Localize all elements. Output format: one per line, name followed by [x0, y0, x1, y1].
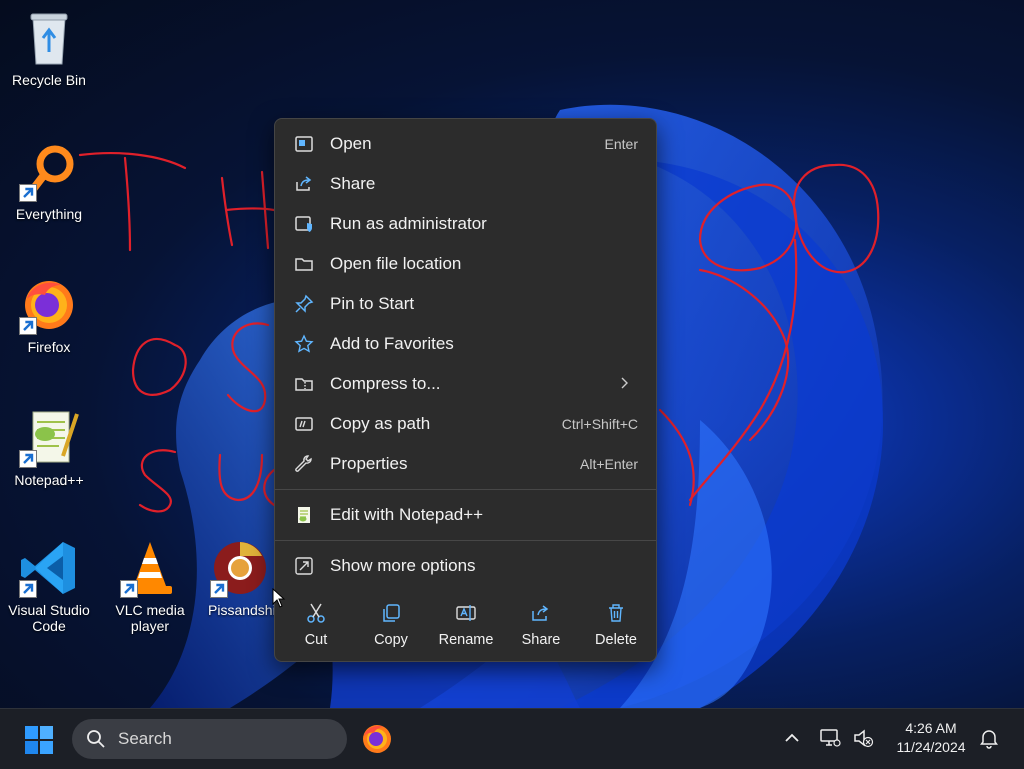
copy-path-icon: [293, 413, 315, 435]
start-button[interactable]: [24, 725, 54, 755]
desktop-icon-label: Recycle Bin: [12, 72, 86, 88]
shortcut-arrow-icon: [19, 450, 37, 468]
menu-item-shortcut: Alt+Enter: [580, 456, 638, 472]
shortcut-arrow-icon: [210, 580, 228, 598]
menu-item-open-file-location[interactable]: Open file location: [281, 245, 650, 283]
menu-separator: [275, 540, 656, 541]
share-icon: [293, 173, 315, 195]
menu-separator: [275, 489, 656, 490]
menu-item-show-more-options[interactable]: Show more options: [281, 547, 650, 585]
desktop-icon-vscode[interactable]: Visual Studio Code: [1, 538, 97, 634]
notepadpp-icon: [293, 504, 315, 526]
desktop-icon-label: VLC media player: [115, 602, 185, 634]
taskbar-search-box[interactable]: Search: [72, 719, 347, 759]
menu-item-label: Add to Favorites: [330, 334, 454, 353]
taskbar: Search 4:26 AM 11/24/2024: [0, 708, 1024, 769]
menu-item-compress-to[interactable]: Compress to...: [281, 365, 650, 403]
firefox-icon: [19, 275, 79, 335]
taskbar-firefox-icon[interactable]: [360, 722, 394, 756]
menu-item-add-to-favorites[interactable]: Add to Favorites: [281, 325, 650, 363]
chevron-up-icon: [785, 733, 799, 742]
notifications-button[interactable]: [978, 727, 1002, 751]
notepadpp-icon: [19, 408, 79, 468]
clock-time: 4:26 AM: [905, 720, 957, 736]
quick-action-copy[interactable]: Copy: [356, 589, 426, 659]
desktop-icon-label: Firefox: [27, 339, 71, 355]
desktop-icon-vlc[interactable]: VLC media player: [102, 538, 198, 634]
chevron-right-icon: [621, 377, 628, 389]
vlc-icon: [120, 538, 180, 598]
shield-admin-icon: [293, 213, 315, 235]
shortcut-arrow-icon: [19, 317, 37, 335]
menu-item-share[interactable]: Share: [281, 165, 650, 203]
more-options-icon: [293, 555, 315, 577]
recycle-bin-icon: [19, 8, 79, 68]
desktop-icon-notepadpp[interactable]: Notepad++: [1, 408, 97, 488]
desktop-icon-everything[interactable]: Everything: [1, 142, 97, 222]
desktop-icon-label: Notepad++: [14, 472, 84, 488]
network-icon: [820, 729, 841, 747]
shortcut-arrow-icon: [19, 580, 37, 598]
mouse-cursor-icon: [272, 588, 286, 608]
quick-action-label: Share: [521, 632, 561, 648]
search-label: Search: [118, 729, 172, 748]
desktop-icon-label: Visual Studio Code: [8, 602, 90, 634]
clock-date: 11/24/2024: [896, 739, 966, 755]
search-icon: [87, 730, 105, 748]
star-icon: [293, 333, 315, 355]
taskbar-clock[interactable]: 4:26 AM 11/24/2024: [884, 719, 978, 757]
share-icon: [530, 602, 552, 624]
volume-muted-icon: [854, 729, 874, 748]
menu-item-label: Compress to...: [330, 374, 441, 393]
desktop-icon-firefox[interactable]: Firefox: [1, 275, 97, 355]
network-status-button[interactable]: [819, 727, 843, 751]
quick-action-share[interactable]: Share: [506, 589, 576, 659]
menu-item-label: Edit with Notepad++: [330, 505, 484, 524]
shortcut-arrow-icon: [120, 580, 138, 598]
folder-icon: [293, 253, 315, 275]
chrome-icon: [210, 538, 270, 598]
zip-folder-icon: [293, 373, 315, 395]
menu-item-label: Properties: [330, 454, 408, 473]
menu-item-shortcut: Ctrl+Shift+C: [561, 416, 638, 432]
shortcut-arrow-icon: [19, 184, 37, 202]
bell-icon: [980, 730, 998, 749]
volume-button[interactable]: [852, 727, 876, 751]
menu-item-label: Run as administrator: [330, 214, 487, 233]
show-hidden-icons-button[interactable]: [781, 727, 805, 751]
menu-item-edit-with-notepadpp[interactable]: Edit with Notepad++: [281, 496, 650, 534]
everything-search-icon: [19, 142, 79, 202]
context-menu: Open Enter Share Run as administrator Op…: [274, 118, 657, 662]
wrench-icon: [293, 453, 315, 475]
menu-item-copy-as-path[interactable]: Copy as path Ctrl+Shift+C: [281, 405, 650, 443]
quick-action-label: Delete: [595, 632, 637, 648]
menu-item-run-as-admin[interactable]: Run as administrator: [281, 205, 650, 243]
menu-item-label: Copy as path: [330, 414, 431, 433]
quick-action-label: Cut: [304, 632, 328, 648]
quick-action-rename[interactable]: Rename: [431, 589, 501, 659]
menu-item-label: Show more options: [330, 556, 476, 575]
menu-item-open[interactable]: Open Enter: [281, 125, 650, 163]
menu-item-label: Share: [330, 174, 376, 193]
quick-action-label: Rename: [438, 632, 494, 648]
menu-item-pin-to-start[interactable]: Pin to Start: [281, 285, 650, 323]
quick-action-label: Copy: [374, 632, 408, 648]
vscode-icon: [19, 538, 79, 598]
copy-icon: [380, 602, 402, 624]
menu-item-label: Open file location: [330, 254, 462, 273]
quick-action-delete[interactable]: Delete: [581, 589, 651, 659]
rename-icon: [455, 602, 477, 624]
menu-item-shortcut: Enter: [604, 136, 638, 152]
pin-icon: [293, 293, 315, 315]
open-window-icon: [293, 133, 315, 155]
scissors-icon: [305, 602, 327, 624]
trash-icon: [605, 602, 627, 624]
quick-action-cut[interactable]: Cut: [281, 589, 351, 659]
desktop-icon-label: Everything: [15, 206, 83, 222]
menu-item-label: Pin to Start: [330, 294, 415, 313]
menu-item-properties[interactable]: Properties Alt+Enter: [281, 445, 650, 483]
menu-item-label: Open: [330, 134, 372, 153]
desktop-icon-recycle-bin[interactable]: Recycle Bin: [1, 8, 97, 88]
